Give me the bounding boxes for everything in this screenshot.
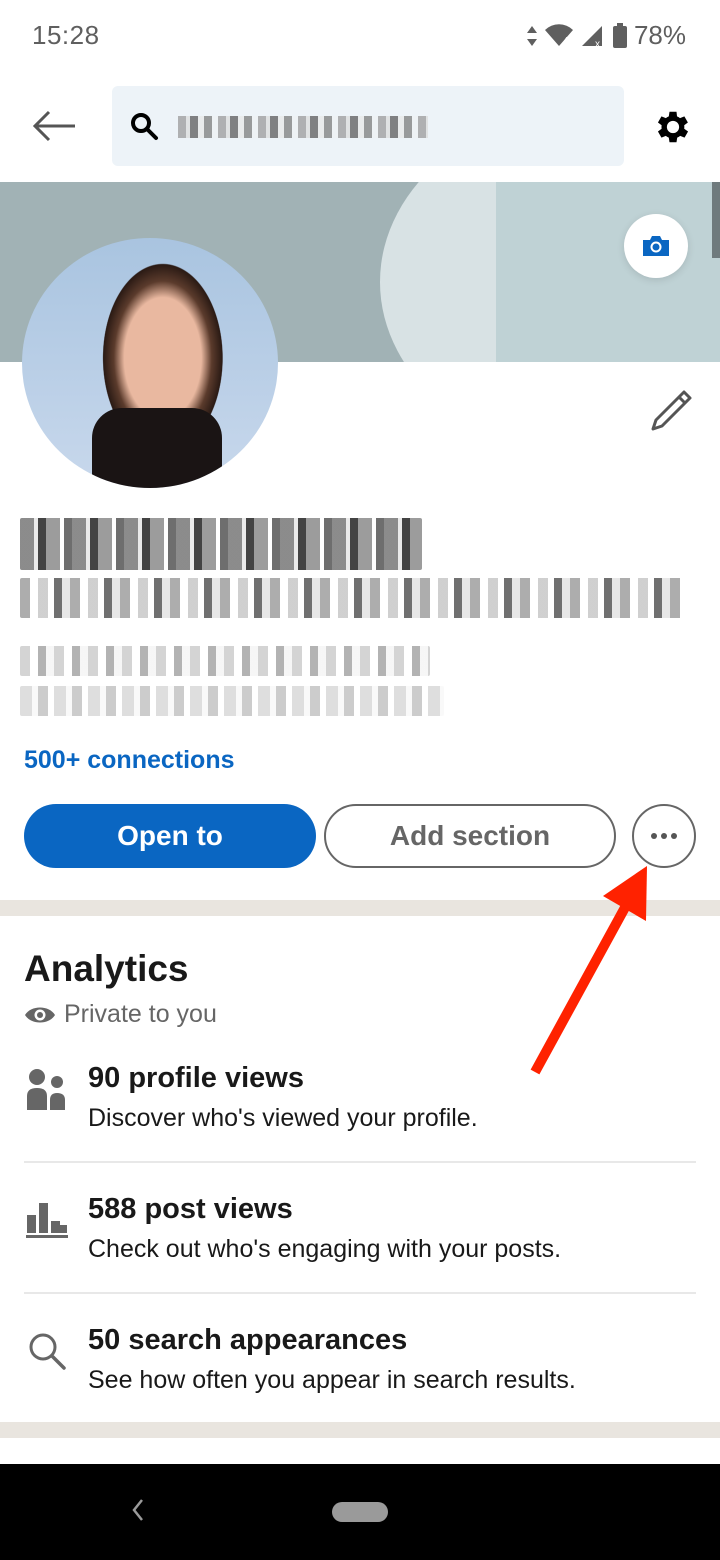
search-icon (128, 110, 160, 147)
status-time: 15:28 (32, 20, 100, 50)
metric-description: See how often you appear in search resul… (88, 1366, 576, 1394)
section-divider (0, 900, 720, 916)
more-horizontal-icon (651, 833, 677, 839)
camera-icon (643, 236, 669, 256)
nav-home-pill[interactable] (332, 1502, 388, 1522)
status-bar: 15:28 4 x 78% (0, 0, 720, 72)
scrollbar[interactable] (712, 182, 720, 258)
bar-chart-icon (24, 1197, 70, 1243)
more-options-button[interactable] (632, 804, 696, 868)
metric-title: 50 search appearances (88, 1324, 408, 1356)
profile-name-redacted (20, 518, 422, 570)
arrow-left-icon (32, 110, 75, 142)
nav-back-icon (132, 1499, 143, 1521)
metric-separator (24, 1161, 696, 1163)
gear-icon (657, 111, 689, 143)
profile-actions: Open to Add section (24, 804, 696, 868)
profile-location-redacted (20, 646, 430, 676)
back-button[interactable] (28, 102, 80, 150)
metric-title: 90 profile views (88, 1062, 304, 1094)
metric-title: 588 post views (88, 1193, 293, 1225)
metric-description: Check out who's engaging with your posts… (88, 1235, 562, 1263)
add-section-button[interactable]: Add section (324, 804, 616, 868)
privacy-label: Private to you (64, 1000, 217, 1028)
edit-profile-button[interactable] (648, 388, 694, 439)
analytics-title: Analytics (24, 948, 189, 989)
avatar[interactable] (22, 238, 278, 488)
battery-percent: 78% (633, 20, 686, 50)
open-to-button[interactable]: Open to (24, 804, 316, 868)
top-bar (0, 72, 720, 182)
section-divider (0, 1422, 720, 1438)
svg-text:x: x (595, 39, 600, 48)
eye-icon (25, 1007, 55, 1022)
edit-banner-button[interactable] (624, 214, 688, 278)
search-input[interactable] (112, 86, 624, 166)
svg-text:4: 4 (563, 36, 569, 47)
metric-profile-views[interactable]: 90 profile views Discover who's viewed y… (0, 1062, 720, 1192)
metric-separator (24, 1292, 696, 1294)
search-query-redacted (178, 116, 428, 138)
data-arrows-icon (526, 25, 537, 46)
search-icon (24, 1328, 70, 1374)
connections-link[interactable]: 500+ connections (24, 746, 235, 775)
metric-description: Discover who's viewed your profile. (88, 1104, 478, 1132)
profile-company-redacted (20, 686, 444, 716)
people-icon (24, 1066, 70, 1112)
profile-headline-redacted (20, 578, 682, 618)
status-icons: 4 x 78% (526, 20, 686, 51)
battery-icon (612, 22, 627, 48)
wifi-icon: 4 (544, 23, 573, 47)
system-nav-bar (0, 1464, 720, 1560)
pencil-icon (651, 390, 692, 431)
settings-button[interactable] (652, 106, 694, 153)
privacy-note: Private to you (24, 1000, 217, 1029)
banner-right-decor (496, 182, 720, 362)
signal-icon: x (581, 25, 602, 48)
nav-back-button[interactable] (128, 1496, 148, 1529)
metric-post-views[interactable]: 588 post views Check out who's engaging … (0, 1193, 720, 1323)
